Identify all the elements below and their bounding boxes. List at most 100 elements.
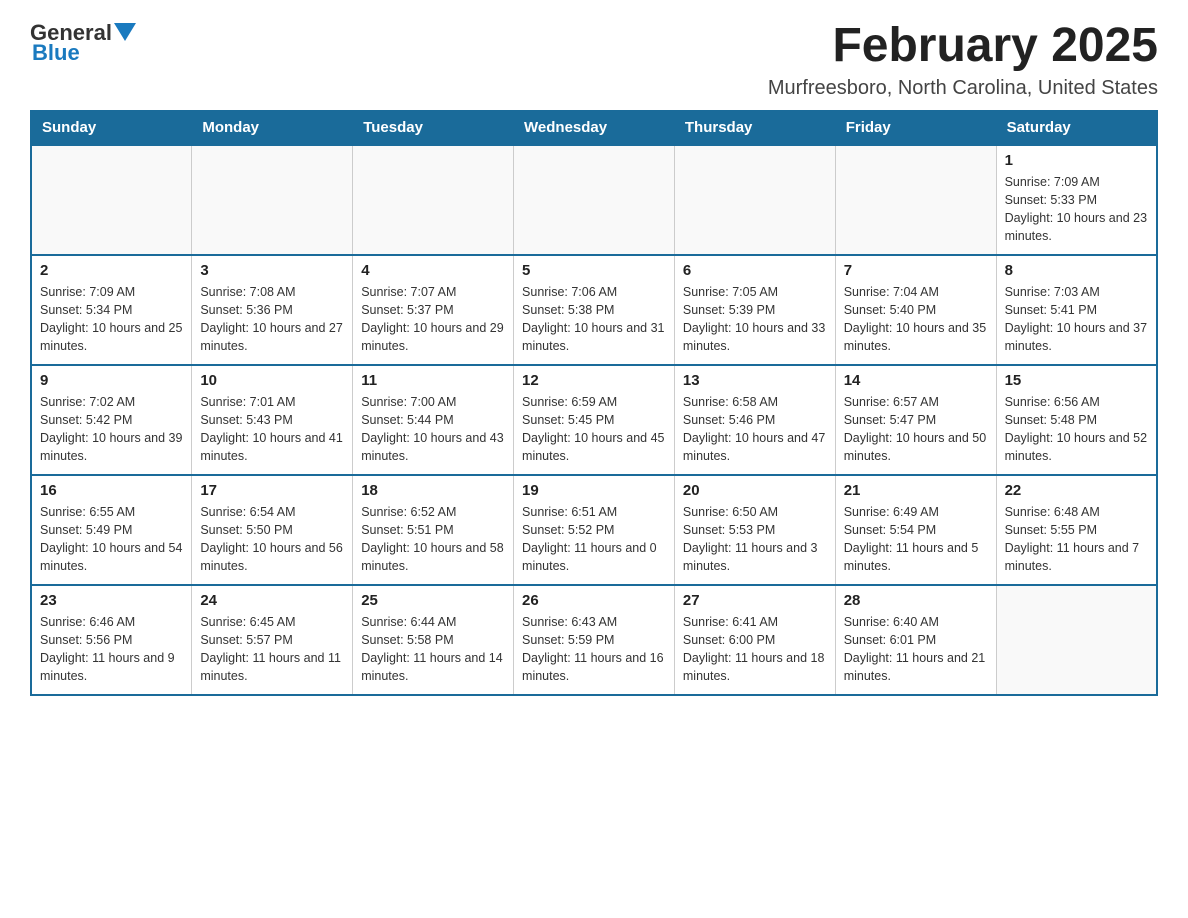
calendar-cell: 21 Sunrise: 6:49 AM Sunset: 5:54 PM Dayli… [835, 475, 996, 585]
calendar-cell: 3Sunrise: 7:08 AM Sunset: 5:36 PM Daylig… [192, 255, 353, 365]
title-block: February 2025 Murfreesboro, North Caroli… [768, 20, 1158, 100]
calendar-cell: 10 Sunrise: 7:01 AM Sunset: 5:43 PM Dayli… [192, 365, 353, 475]
calendar-week-row: 1Sunrise: 7:09 AM Sunset: 5:33 PM Daylig… [31, 145, 1157, 255]
calendar-cell: 24 Sunrise: 6:45 AM Sunset: 5:57 PM Dayli… [192, 585, 353, 695]
day-info: Sunrise: 7:06 AM Sunset: 5:38 PM Dayligh… [522, 283, 666, 356]
day-info: Sunrise: 6:49 AM Sunset: 5:54 PM Dayligh… [844, 503, 988, 576]
day-info: Sunrise: 7:05 AM Sunset: 5:39 PM Dayligh… [683, 283, 827, 356]
calendar-cell [353, 145, 514, 255]
calendar-table: SundayMondayTuesdayWednesdayThursdayFrid… [30, 110, 1158, 696]
day-number: 11 [361, 372, 505, 389]
calendar-cell: 4 Sunrise: 7:07 AM Sunset: 5:37 PM Daylig… [353, 255, 514, 365]
day-info: Sunrise: 6:52 AM Sunset: 5:51 PM Dayligh… [361, 503, 505, 576]
calendar-cell: 25Sunrise: 6:44 AM Sunset: 5:58 PM Dayli… [353, 585, 514, 695]
calendar-cell: 18Sunrise: 6:52 AM Sunset: 5:51 PM Dayli… [353, 475, 514, 585]
day-number: 21 [844, 482, 988, 499]
logo: General Blue [30, 20, 136, 66]
day-info: Sunrise: 6:57 AM Sunset: 5:47 PM Dayligh… [844, 393, 988, 466]
calendar-cell: 23 Sunrise: 6:46 AM Sunset: 5:56 PM Dayli… [31, 585, 192, 695]
day-info: Sunrise: 6:58 AM Sunset: 5:46 PM Dayligh… [683, 393, 827, 466]
day-number: 28 [844, 592, 988, 609]
month-title: February 2025 [768, 20, 1158, 73]
day-number: 9 [40, 372, 183, 389]
calendar-cell: 5 Sunrise: 7:06 AM Sunset: 5:38 PM Daylig… [514, 255, 675, 365]
calendar-cell: 22 Sunrise: 6:48 AM Sunset: 5:55 PM Dayli… [996, 475, 1157, 585]
calendar-cell: 17 Sunrise: 6:54 AM Sunset: 5:50 PM Dayli… [192, 475, 353, 585]
calendar-cell [996, 585, 1157, 695]
day-info: Sunrise: 6:56 AM Sunset: 5:48 PM Dayligh… [1005, 393, 1148, 466]
day-number: 4 [361, 262, 505, 279]
calendar-cell: 6 Sunrise: 7:05 AM Sunset: 5:39 PM Daylig… [674, 255, 835, 365]
day-info: Sunrise: 6:54 AM Sunset: 5:50 PM Dayligh… [200, 503, 344, 576]
calendar-cell: 28 Sunrise: 6:40 AM Sunset: 6:01 PM Dayli… [835, 585, 996, 695]
weekday-header-sunday: Sunday [31, 110, 192, 145]
day-number: 10 [200, 372, 344, 389]
day-info: Sunrise: 6:59 AM Sunset: 5:45 PM Dayligh… [522, 393, 666, 466]
calendar-cell: 19 Sunrise: 6:51 AM Sunset: 5:52 PM Dayli… [514, 475, 675, 585]
day-number: 25 [361, 592, 505, 609]
day-info: Sunrise: 6:46 AM Sunset: 5:56 PM Dayligh… [40, 613, 183, 686]
day-number: 15 [1005, 372, 1148, 389]
day-info: Sunrise: 7:09 AM Sunset: 5:34 PM Dayligh… [40, 283, 183, 356]
calendar-cell: 20 Sunrise: 6:50 AM Sunset: 5:53 PM Dayli… [674, 475, 835, 585]
calendar-cell: 8 Sunrise: 7:03 AM Sunset: 5:41 PM Daylig… [996, 255, 1157, 365]
day-number: 13 [683, 372, 827, 389]
day-number: 6 [683, 262, 827, 279]
day-number: 16 [40, 482, 183, 499]
calendar-cell: 2 Sunrise: 7:09 AM Sunset: 5:34 PM Daylig… [31, 255, 192, 365]
day-number: 12 [522, 372, 666, 389]
day-number: 1 [1005, 152, 1148, 169]
day-number: 19 [522, 482, 666, 499]
calendar-week-row: 23 Sunrise: 6:46 AM Sunset: 5:56 PM Dayli… [31, 585, 1157, 695]
day-number: 24 [200, 592, 344, 609]
calendar-cell: 12 Sunrise: 6:59 AM Sunset: 5:45 PM Dayli… [514, 365, 675, 475]
day-info: Sunrise: 6:41 AM Sunset: 6:00 PM Dayligh… [683, 613, 827, 686]
calendar-cell [192, 145, 353, 255]
day-info: Sunrise: 7:03 AM Sunset: 5:41 PM Dayligh… [1005, 283, 1148, 356]
calendar-cell [31, 145, 192, 255]
weekday-header-friday: Friday [835, 110, 996, 145]
day-number: 3 [200, 262, 344, 279]
day-number: 27 [683, 592, 827, 609]
day-info: Sunrise: 6:50 AM Sunset: 5:53 PM Dayligh… [683, 503, 827, 576]
logo-blue-text: Blue [32, 40, 80, 66]
day-info: Sunrise: 7:00 AM Sunset: 5:44 PM Dayligh… [361, 393, 505, 466]
day-number: 2 [40, 262, 183, 279]
weekday-header-wednesday: Wednesday [514, 110, 675, 145]
calendar-week-row: 16 Sunrise: 6:55 AM Sunset: 5:49 PM Dayli… [31, 475, 1157, 585]
weekday-header-saturday: Saturday [996, 110, 1157, 145]
day-number: 17 [200, 482, 344, 499]
day-info: Sunrise: 7:01 AM Sunset: 5:43 PM Dayligh… [200, 393, 344, 466]
calendar-cell [514, 145, 675, 255]
day-number: 14 [844, 372, 988, 389]
day-info: Sunrise: 7:02 AM Sunset: 5:42 PM Dayligh… [40, 393, 183, 466]
calendar-cell: 13 Sunrise: 6:58 AM Sunset: 5:46 PM Dayli… [674, 365, 835, 475]
day-number: 22 [1005, 482, 1148, 499]
calendar-cell: 7 Sunrise: 7:04 AM Sunset: 5:40 PM Daylig… [835, 255, 996, 365]
day-number: 5 [522, 262, 666, 279]
calendar-cell [835, 145, 996, 255]
weekday-header-tuesday: Tuesday [353, 110, 514, 145]
day-info: Sunrise: 6:51 AM Sunset: 5:52 PM Dayligh… [522, 503, 666, 576]
calendar-cell: 27 Sunrise: 6:41 AM Sunset: 6:00 PM Dayli… [674, 585, 835, 695]
calendar-cell: 26 Sunrise: 6:43 AM Sunset: 5:59 PM Dayli… [514, 585, 675, 695]
day-number: 20 [683, 482, 827, 499]
day-number: 23 [40, 592, 183, 609]
day-number: 7 [844, 262, 988, 279]
calendar-week-row: 9 Sunrise: 7:02 AM Sunset: 5:42 PM Daylig… [31, 365, 1157, 475]
day-info: Sunrise: 6:45 AM Sunset: 5:57 PM Dayligh… [200, 613, 344, 686]
day-info: Sunrise: 6:55 AM Sunset: 5:49 PM Dayligh… [40, 503, 183, 576]
calendar-week-row: 2 Sunrise: 7:09 AM Sunset: 5:34 PM Daylig… [31, 255, 1157, 365]
weekday-header-monday: Monday [192, 110, 353, 145]
day-info: Sunrise: 6:40 AM Sunset: 6:01 PM Dayligh… [844, 613, 988, 686]
day-info: Sunrise: 7:04 AM Sunset: 5:40 PM Dayligh… [844, 283, 988, 356]
calendar-cell: 1Sunrise: 7:09 AM Sunset: 5:33 PM Daylig… [996, 145, 1157, 255]
day-number: 26 [522, 592, 666, 609]
day-number: 8 [1005, 262, 1148, 279]
day-info: Sunrise: 7:07 AM Sunset: 5:37 PM Dayligh… [361, 283, 505, 356]
calendar-cell: 9 Sunrise: 7:02 AM Sunset: 5:42 PM Daylig… [31, 365, 192, 475]
calendar-cell: 15 Sunrise: 6:56 AM Sunset: 5:48 PM Dayli… [996, 365, 1157, 475]
day-info: Sunrise: 6:43 AM Sunset: 5:59 PM Dayligh… [522, 613, 666, 686]
logo-triangle-icon [114, 23, 136, 45]
day-info: Sunrise: 6:48 AM Sunset: 5:55 PM Dayligh… [1005, 503, 1148, 576]
